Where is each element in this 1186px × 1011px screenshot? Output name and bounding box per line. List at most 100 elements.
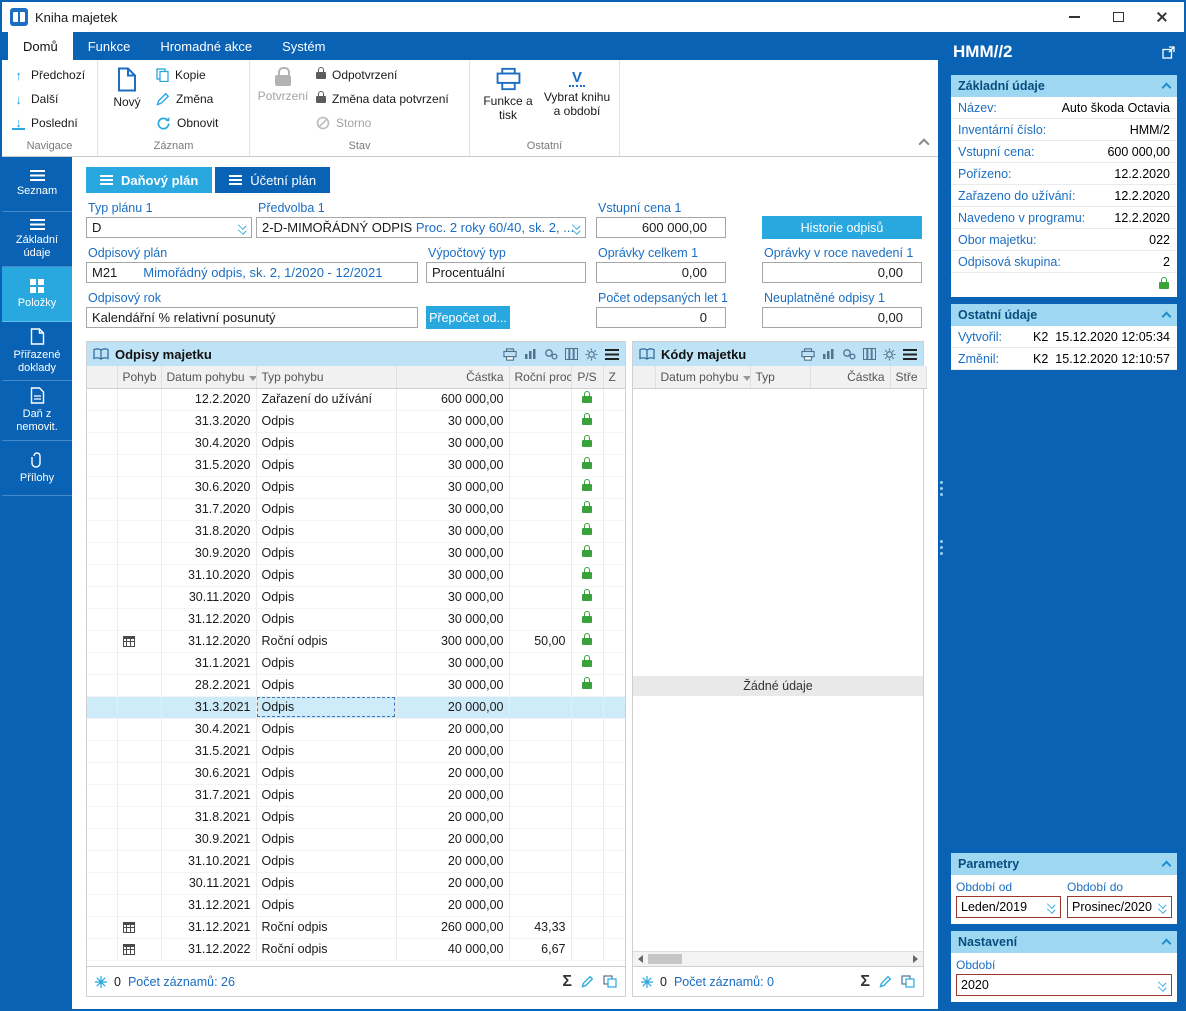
col-pohyb[interactable]: Pohyb <box>117 366 161 388</box>
ribbon-tab-system[interactable]: Systém <box>267 32 340 60</box>
scrollbar-thumb[interactable] <box>648 954 682 964</box>
odpisy-table-row[interactable]: 31.12.2022Roční odpis40 000,006,67 <box>87 938 625 960</box>
settings-gear-icon[interactable] <box>883 348 896 361</box>
odpisy-table-row[interactable]: 31.5.2021Odpis20 000,00 <box>87 740 625 762</box>
sidebar-item-seznam[interactable]: Seznam <box>2 157 72 212</box>
vybrat-knihu-a-obdobi-button[interactable]: V Vybrat knihu a období <box>541 63 613 139</box>
gears-icon[interactable] <box>842 348 856 360</box>
edit-icon[interactable] <box>581 975 594 988</box>
obdobi-do-select[interactable]: Prosinec/2020 <box>1067 896 1172 918</box>
gears-icon[interactable] <box>544 348 558 360</box>
odpisovy-plan-field[interactable]: M21 Mimořádný odpis, sk. 2, 1/2020 - 12/… <box>86 262 418 283</box>
potvrzeni-button[interactable]: Potvrzení <box>255 63 311 139</box>
obnovit-button[interactable]: Obnovit <box>151 111 223 135</box>
snowflake-icon[interactable] <box>95 976 107 988</box>
typ-planu-select[interactable]: D <box>86 217 252 238</box>
sidebar-item-polozky[interactable]: Položky <box>2 267 72 322</box>
odpisy-table-row[interactable]: 31.3.2021Odpis20 000,00 <box>87 696 625 718</box>
odpisy-table-row[interactable]: 28.2.2021Odpis30 000,00 <box>87 674 625 696</box>
odpotvrzeni-button[interactable]: Odpotvrzení <box>311 63 454 87</box>
sidebar-item-zakladni-udaje[interactable]: Základní údaje <box>2 212 72 267</box>
close-button[interactable] <box>1140 2 1184 32</box>
odpisy-table-row[interactable]: 31.5.2020Odpis30 000,00 <box>87 454 625 476</box>
vypoctovy-typ-field[interactable]: Procentuální <box>426 262 586 283</box>
sum-icon[interactable]: Σ <box>562 974 572 990</box>
predchozi-button[interactable]: ↑ Předchozí <box>7 63 92 87</box>
tab-danovy-plan[interactable]: Daňový plán <box>86 167 212 193</box>
odpisy-table-row[interactable]: 31.1.2021Odpis30 000,00 <box>87 652 625 674</box>
print-icon[interactable] <box>801 348 815 361</box>
col-rocni-proc[interactable]: Roční proc <box>509 366 571 388</box>
prepocet-od-button[interactable]: Přepočet od... <box>426 306 510 329</box>
sum-icon[interactable]: Σ <box>860 974 870 990</box>
opravky-celkem-field[interactable]: 0,00 <box>596 262 726 283</box>
odpisy-table-row[interactable]: 31.12.2020Roční odpis300 000,0050,00 <box>87 630 625 652</box>
ribbon-collapse-chevron-icon[interactable] <box>918 138 929 149</box>
scroll-left-button[interactable] <box>633 952 648 966</box>
zmena-data-potvrzeni-button[interactable]: Změna data potvrzení <box>311 87 454 111</box>
odpisy-table-row[interactable]: 31.12.2021Roční odpis260 000,0043,33 <box>87 916 625 938</box>
odpisy-table-row[interactable]: 31.3.2020Odpis30 000,00 <box>87 410 625 432</box>
odpisy-table-row[interactable]: 12.2.2020Zařazení do užívání600 000,00 <box>87 388 625 410</box>
settings-gear-icon[interactable] <box>585 348 598 361</box>
novy-button[interactable]: Nový <box>103 63 151 139</box>
odpisy-table-row[interactable]: 31.8.2021Odpis20 000,00 <box>87 806 625 828</box>
col-typ[interactable]: Typ <box>750 366 810 388</box>
print-icon[interactable] <box>503 348 517 361</box>
zmena-button[interactable]: Změna <box>151 87 223 111</box>
scroll-right-button[interactable] <box>908 952 923 966</box>
odpisy-table-row[interactable]: 30.4.2021Odpis20 000,00 <box>87 718 625 740</box>
vstupni-cena-field[interactable]: 600 000,00 <box>596 217 726 238</box>
col-selector[interactable] <box>87 366 117 388</box>
copy-table-icon[interactable] <box>901 975 915 988</box>
section-header-ostatni-udaje[interactable]: Ostatní údaje <box>951 304 1177 326</box>
ribbon-tab-hromadne-akce[interactable]: Hromadné akce <box>145 32 267 60</box>
tab-ucetni-plan[interactable]: Účetní plán <box>215 167 330 193</box>
snowflake-icon[interactable] <box>641 976 653 988</box>
col-castka[interactable]: Částka <box>396 366 509 388</box>
odpisy-table-row[interactable]: 30.11.2020Odpis30 000,00 <box>87 586 625 608</box>
odpisy-table-row[interactable]: 30.9.2021Odpis20 000,00 <box>87 828 625 850</box>
scrollbar-track[interactable] <box>648 952 908 966</box>
sidebar-item-prirazene-doklady[interactable]: Přiřazené doklady <box>2 322 72 381</box>
col-datum-pohybu[interactable]: Datum pohybu <box>655 366 750 388</box>
chart-icon[interactable] <box>524 348 537 360</box>
maximize-button[interactable] <box>1096 2 1140 32</box>
menu-icon[interactable] <box>903 349 917 360</box>
menu-icon[interactable] <box>605 349 619 360</box>
odpisy-table-row[interactable]: 31.7.2021Odpis20 000,00 <box>87 784 625 806</box>
col-datum-pohybu[interactable]: Datum pohybu <box>161 366 256 388</box>
panel-splitter[interactable] <box>938 32 944 1009</box>
historie-odpisu-button[interactable]: Historie odpisů <box>762 216 922 239</box>
odpisy-table-row[interactable]: 31.8.2020Odpis30 000,00 <box>87 520 625 542</box>
horizontal-scrollbar[interactable] <box>633 951 923 966</box>
col-typ-pohybu[interactable]: Typ pohybu <box>256 366 396 388</box>
odpisy-table-row[interactable]: 31.10.2021Odpis20 000,00 <box>87 850 625 872</box>
col-ps[interactable]: P/S <box>571 366 603 388</box>
odpisy-table-row[interactable]: 31.10.2020Odpis30 000,00 <box>87 564 625 586</box>
odpisy-table-row[interactable]: 30.6.2020Odpis30 000,00 <box>87 476 625 498</box>
section-header-nastaveni[interactable]: Nastavení <box>951 931 1177 953</box>
predvolba-select[interactable]: 2-D-MIMOŘÁDNÝ ODPIS Proc. 2 roky 60/40, … <box>256 217 586 238</box>
col-z[interactable]: Z <box>603 366 625 388</box>
ribbon-tab-funkce[interactable]: Funkce <box>73 32 146 60</box>
odpisovy-rok-field[interactable]: Kalendářní % relativní posunutý <box>86 307 418 328</box>
odpisy-table-row[interactable]: 30.9.2020Odpis30 000,00 <box>87 542 625 564</box>
copy-table-icon[interactable] <box>603 975 617 988</box>
odpisy-table-row[interactable]: 30.6.2021Odpis20 000,00 <box>87 762 625 784</box>
odpisy-table-row[interactable]: 31.12.2021Odpis20 000,00 <box>87 894 625 916</box>
obdobi-select[interactable]: 2020 <box>956 974 1172 996</box>
pocet-odepsanych-let-field[interactable]: 0 <box>596 307 726 328</box>
posledni-button[interactable]: ↓ Poslední <box>7 111 92 135</box>
minimize-button[interactable] <box>1052 2 1096 32</box>
edit-icon[interactable] <box>879 975 892 988</box>
odpisy-table-row[interactable]: 31.7.2020Odpis30 000,00 <box>87 498 625 520</box>
section-header-parametry[interactable]: Parametry <box>951 853 1177 875</box>
dalsi-button[interactable]: ↓ Další <box>7 87 92 111</box>
odpisy-table-row[interactable]: 30.4.2020Odpis30 000,00 <box>87 432 625 454</box>
neuplatnene-odpisy-field[interactable]: 0,00 <box>762 307 922 328</box>
open-in-window-button[interactable] <box>1162 46 1175 59</box>
odpisy-table-row[interactable]: 30.11.2021Odpis20 000,00 <box>87 872 625 894</box>
funkce-a-tisk-button[interactable]: Funkce a tisk <box>475 63 541 139</box>
sidebar-item-dan-z-nemovit[interactable]: Daň z nemovit. <box>2 381 72 440</box>
